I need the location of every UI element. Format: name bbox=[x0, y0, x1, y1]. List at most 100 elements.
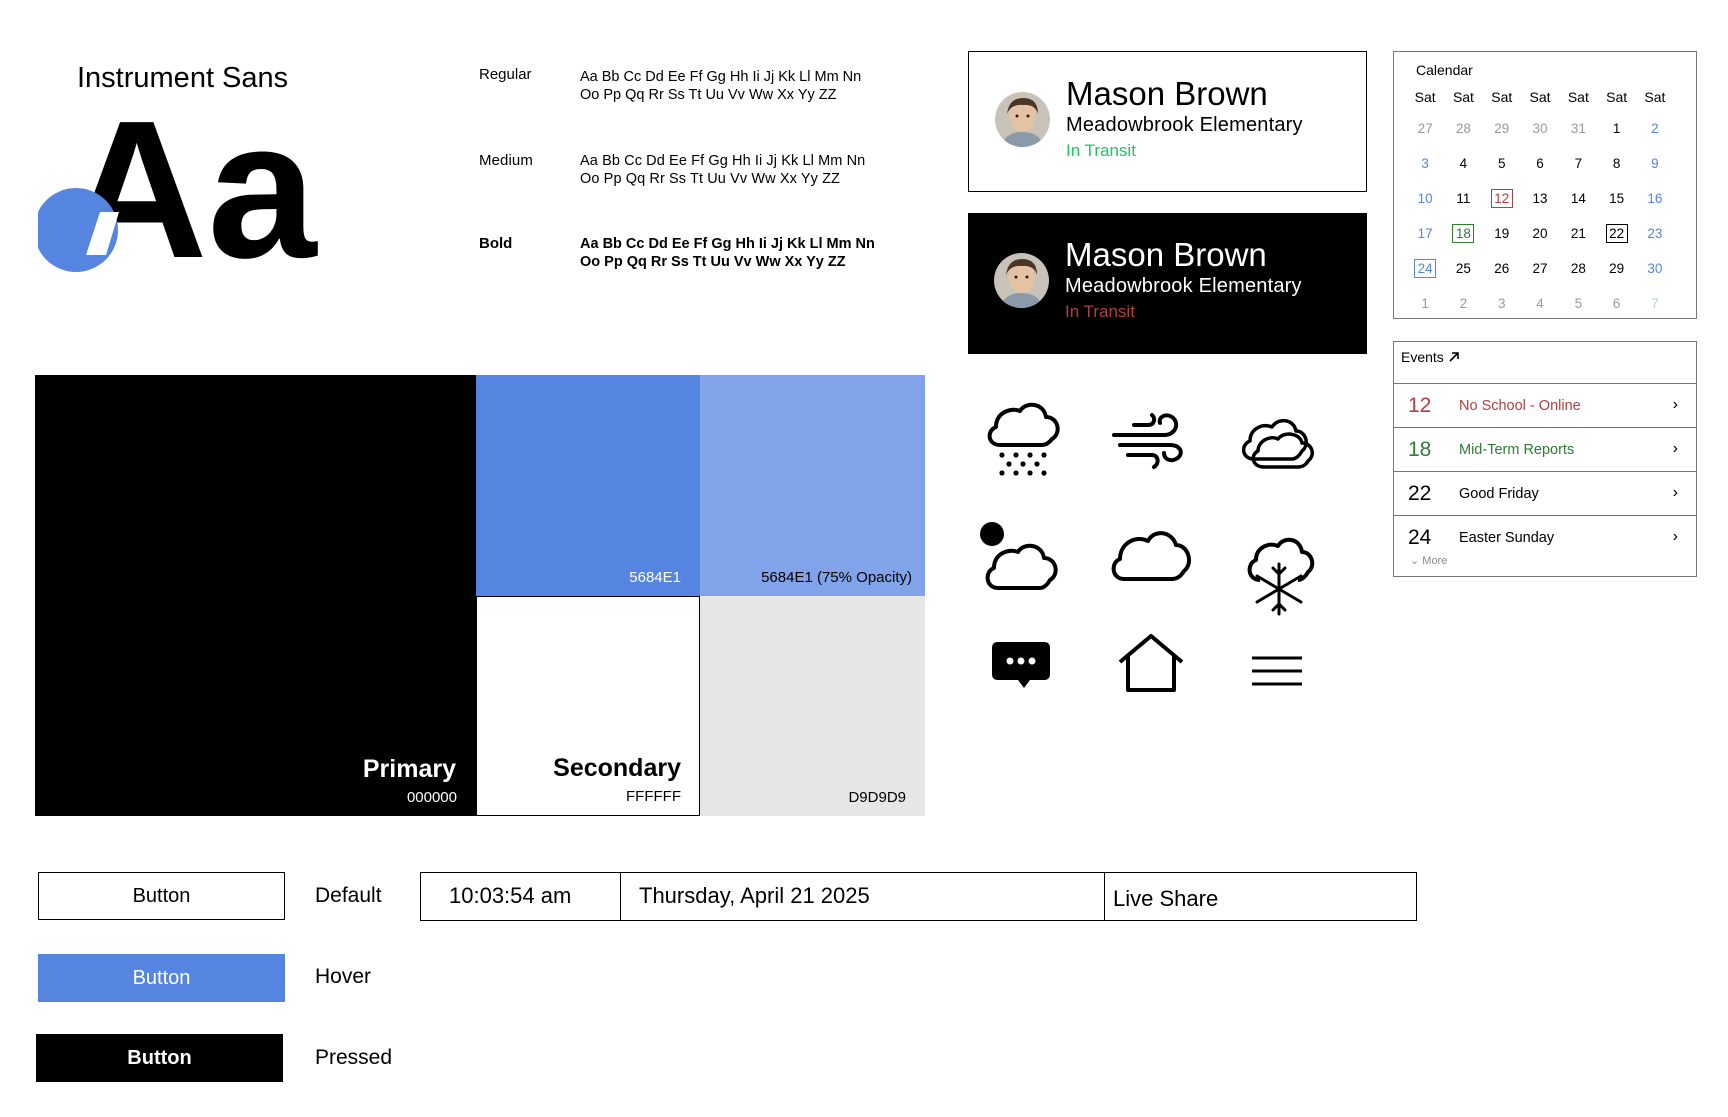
calendar-day[interactable]: 3 bbox=[1483, 295, 1521, 312]
avatar-person-icon bbox=[994, 253, 1049, 308]
chat-bubble-icon bbox=[992, 642, 1050, 688]
calendar-week: 17 18 19 20 21 22 23 bbox=[1406, 216, 1690, 251]
calendar-day[interactable]: 31 bbox=[1559, 120, 1597, 137]
calendar-day-event[interactable]: 24 bbox=[1406, 259, 1444, 278]
calendar-day[interactable]: 8 bbox=[1597, 155, 1635, 172]
event-day: 24 bbox=[1408, 526, 1432, 549]
calendar-day[interactable]: 26 bbox=[1483, 260, 1521, 277]
calendar-week: 24 25 26 27 28 29 30 bbox=[1406, 251, 1690, 286]
day-name: Sat bbox=[1491, 89, 1513, 105]
font-specimen-logo: Aa bbox=[38, 92, 318, 282]
calendar-day[interactable]: 6 bbox=[1597, 295, 1635, 312]
swatch-secondary-code: FFFFFF bbox=[626, 788, 681, 805]
external-link-arrow-icon bbox=[1449, 352, 1459, 362]
event-item[interactable]: 18 Mid-Term Reports › bbox=[1394, 428, 1696, 472]
calendar-day[interactable]: 7 bbox=[1636, 295, 1674, 312]
button-hover[interactable]: Button bbox=[38, 954, 285, 1002]
swatch-accent-75: 5684E1 (75% Opacity) bbox=[700, 375, 925, 596]
font-name-title: Instrument Sans bbox=[77, 62, 289, 94]
calendar-day[interactable]: 3 bbox=[1406, 155, 1444, 172]
calendar-day[interactable]: 13 bbox=[1521, 190, 1559, 207]
calendar-day[interactable]: 19 bbox=[1483, 225, 1521, 242]
chevron-right-icon: › bbox=[1672, 528, 1678, 545]
calendar-day[interactable]: 27 bbox=[1521, 260, 1559, 277]
button-pressed[interactable]: Button bbox=[36, 1034, 283, 1082]
partly-cloudy-night-icon bbox=[980, 522, 1058, 590]
events-header[interactable]: Events bbox=[1394, 342, 1696, 384]
calendar-day[interactable]: 29 bbox=[1483, 120, 1521, 137]
calendar-day[interactable]: 23 bbox=[1636, 225, 1674, 242]
swatch-gray: D9D9D9 bbox=[700, 596, 925, 816]
calendar-widget: Calendar Sat Sat Sat Sat Sat Sat Sat 27 … bbox=[1393, 51, 1697, 319]
calendar-day[interactable]: 14 bbox=[1559, 190, 1597, 207]
button-default[interactable]: Button bbox=[38, 872, 285, 920]
calendar-day[interactable]: 10 bbox=[1406, 190, 1444, 207]
event-item[interactable]: 12 No School - Online › bbox=[1394, 384, 1696, 428]
profile-status: In Transit bbox=[1065, 302, 1135, 321]
calendar-day[interactable]: 30 bbox=[1521, 120, 1559, 137]
event-item[interactable]: 24 Easter Sunday › ⌄ More bbox=[1394, 516, 1696, 576]
status-date: Thursday, April 21 2025 bbox=[621, 873, 1105, 920]
calendar-day[interactable]: 21 bbox=[1559, 225, 1597, 242]
state-label-pressed: Pressed bbox=[315, 1046, 393, 1069]
calendar-day[interactable]: 20 bbox=[1521, 225, 1559, 242]
profile-card-dark[interactable]: Mason Brown Meadowbrook Elementary In Tr… bbox=[968, 213, 1367, 354]
day-name: Sat bbox=[1414, 89, 1436, 105]
swatch-primary: Primary 000000 bbox=[35, 375, 476, 816]
swatch-accent: 5684E1 bbox=[476, 375, 700, 596]
event-item[interactable]: 22 Good Friday › bbox=[1394, 472, 1696, 516]
event-day: 12 bbox=[1408, 394, 1432, 417]
cloud-icon bbox=[1111, 531, 1192, 581]
profile-card-light[interactable]: Mason Brown Meadowbrook Elementary In Tr… bbox=[968, 51, 1367, 192]
calendar-day[interactable]: 6 bbox=[1521, 155, 1559, 172]
calendar-day-event[interactable]: 22 bbox=[1597, 224, 1635, 243]
calendar-week: 3 4 5 6 7 8 9 bbox=[1406, 146, 1690, 181]
cloudy-icon bbox=[1241, 418, 1314, 469]
chevron-down-icon: ⌄ bbox=[1410, 555, 1420, 567]
day-name: Sat bbox=[1606, 89, 1628, 105]
calendar-day[interactable]: 1 bbox=[1406, 295, 1444, 312]
calendar-day-event[interactable]: 18 bbox=[1444, 224, 1482, 243]
calendar-week: 1 2 3 4 5 6 7 bbox=[1406, 286, 1690, 321]
calendar-day[interactable]: 4 bbox=[1521, 295, 1559, 312]
calendar-day[interactable]: 15 bbox=[1597, 190, 1635, 207]
home-icon[interactable] bbox=[1106, 618, 1196, 708]
alphabet-regular: Aa Bb Cc Dd Ee Ff Gg Hh Ii Jj Kk Ll Mm N… bbox=[580, 69, 862, 103]
calendar-day[interactable]: 17 bbox=[1406, 225, 1444, 242]
calendar-day[interactable]: 5 bbox=[1559, 295, 1597, 312]
calendar-day[interactable]: 5 bbox=[1483, 155, 1521, 172]
calendar-day[interactable]: 25 bbox=[1444, 260, 1482, 277]
calendar-day[interactable]: 2 bbox=[1444, 295, 1482, 312]
calendar-day[interactable]: 1 bbox=[1597, 120, 1635, 137]
calendar-day[interactable]: 2 bbox=[1636, 120, 1674, 137]
live-share-button[interactable]: Live Share bbox=[1105, 873, 1416, 920]
calendar-day[interactable]: 30 bbox=[1636, 260, 1674, 277]
state-label-default: Default bbox=[315, 884, 382, 907]
calendar-day[interactable]: 29 bbox=[1597, 260, 1635, 277]
swatch-primary-code: 000000 bbox=[406, 789, 457, 806]
calendar-day[interactable]: 9 bbox=[1636, 155, 1674, 172]
calendar-day-event[interactable]: 12 bbox=[1483, 189, 1521, 208]
calendar-day[interactable]: 28 bbox=[1559, 260, 1597, 277]
calendar-grid: Sat Sat Sat Sat Sat Sat Sat 27 28 29 30 … bbox=[1406, 83, 1690, 321]
calendar-day[interactable]: 7 bbox=[1559, 155, 1597, 172]
avatar-person-icon bbox=[995, 92, 1050, 147]
alphabet-medium: Aa Bb Cc Dd Ee Ff Gg Hh Ii Jj Kk Ll Mm N… bbox=[580, 153, 866, 187]
calendar-week: 10 11 12 13 14 15 16 bbox=[1406, 181, 1690, 216]
calendar-day[interactable]: 4 bbox=[1444, 155, 1482, 172]
calendar-day[interactable]: 16 bbox=[1636, 190, 1674, 207]
events-more-link[interactable]: ⌄ More bbox=[1410, 554, 1447, 567]
chevron-right-icon: › bbox=[1672, 440, 1678, 457]
event-day: 18 bbox=[1408, 438, 1432, 461]
chevron-right-icon: › bbox=[1672, 396, 1678, 413]
swatch-accent-75-code: 5684E1 (75% Opacity) bbox=[761, 569, 912, 586]
status-bar: 10:03:54 am Thursday, April 21 2025 Live… bbox=[420, 872, 1417, 921]
day-name: Sat bbox=[1529, 89, 1551, 105]
menu-icon[interactable] bbox=[1234, 628, 1324, 718]
state-label-hover: Hover bbox=[315, 965, 372, 988]
wind-icon bbox=[1112, 413, 1183, 469]
calendar-title: Calendar bbox=[1416, 62, 1473, 78]
calendar-day[interactable]: 28 bbox=[1444, 120, 1482, 137]
calendar-day[interactable]: 11 bbox=[1444, 190, 1482, 207]
calendar-day[interactable]: 27 bbox=[1406, 120, 1444, 137]
